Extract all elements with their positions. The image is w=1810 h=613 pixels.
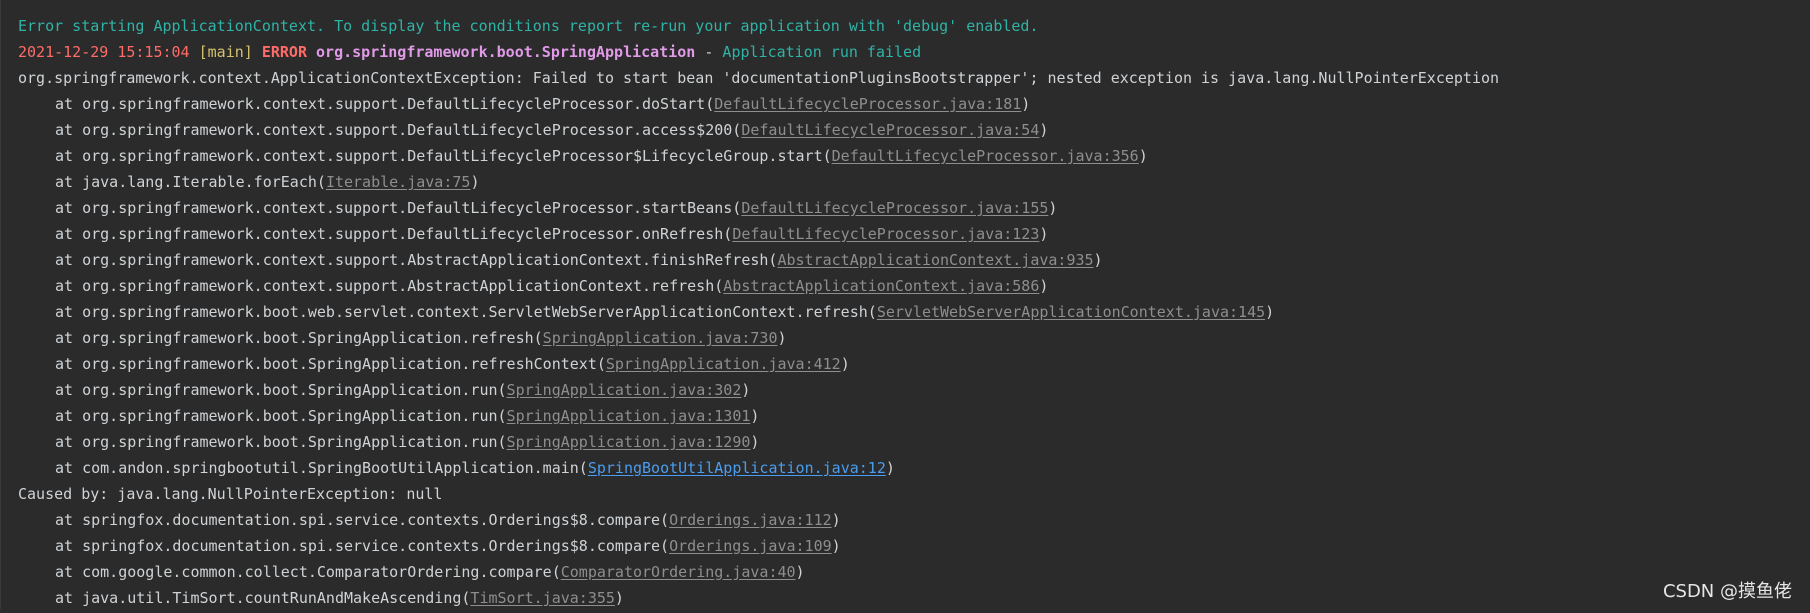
frame-close: ) (1048, 199, 1058, 217)
stack-frame: at org.springframework.context.support.D… (18, 93, 1499, 119)
frame-close: ) (831, 511, 841, 529)
log-separator: - (695, 43, 723, 61)
source-link[interactable]: DefaultLifecycleProcessor.java:356 (832, 147, 1139, 165)
source-link[interactable]: AbstractApplicationContext.java:586 (723, 277, 1039, 295)
frame-close: ) (885, 459, 895, 477)
stack-frame: at springfox.documentation.spi.service.c… (18, 509, 1499, 535)
stack-frame: at org.springframework.boot.SpringApplic… (18, 379, 1499, 405)
frame-method: at org.springframework.context.support.D… (55, 147, 832, 165)
frame-method: at org.springframework.boot.SpringApplic… (55, 355, 606, 373)
stack-frame: at org.springframework.context.support.D… (18, 223, 1499, 249)
frame-method: at com.andon.springbootutil.SpringBootUt… (55, 459, 588, 477)
source-link[interactable]: SpringApplication.java:1301 (507, 407, 751, 425)
frame-method: at org.springframework.context.support.A… (55, 277, 724, 295)
frame-close: ) (750, 433, 760, 451)
stack-frame: at com.google.common.collect.ComparatorO… (18, 561, 1499, 587)
source-link[interactable]: SpringApplication.java:302 (507, 381, 742, 399)
console-output: Error starting ApplicationContext. To di… (18, 15, 1499, 613)
source-link[interactable]: ServletWebServerApplicationContext.java:… (877, 303, 1265, 321)
source-link[interactable]: Iterable.java:75 (326, 173, 471, 191)
stack-frame: at org.springframework.context.support.D… (18, 145, 1499, 171)
log-thread: [main] (198, 43, 253, 61)
log-timestamp: 2021-12-29 15:15:04 (18, 43, 190, 61)
source-link[interactable]: TimSort.java:355 (470, 589, 615, 607)
frame-method: at org.springframework.boot.SpringApplic… (55, 433, 507, 451)
frame-method: at org.springframework.context.support.A… (55, 251, 778, 269)
caused-by-line: Caused by: java.lang.NullPointerExceptio… (18, 485, 443, 503)
source-link[interactable]: SpringApplication.java:730 (543, 329, 778, 347)
frame-method: at org.springframework.context.support.D… (55, 121, 742, 139)
frame-method: at org.springframework.boot.SpringApplic… (55, 381, 507, 399)
source-link[interactable]: SpringApplication.java:412 (606, 355, 841, 373)
stack-frame: at org.springframework.context.support.A… (18, 275, 1499, 301)
frame-close: ) (741, 381, 751, 399)
frame-close: ) (840, 355, 850, 373)
frame-method: at springfox.documentation.spi.service.c… (55, 537, 670, 555)
log-message: Application run failed (722, 43, 922, 61)
log-level: ERROR (261, 43, 307, 61)
stack-frame: at com.andon.springbootutil.SpringBootUt… (18, 457, 1499, 483)
source-link-user-code[interactable]: SpringBootUtilApplication.java:12 (588, 459, 886, 477)
source-link[interactable]: DefaultLifecycleProcessor.java:54 (741, 121, 1039, 139)
frame-close: ) (1021, 95, 1031, 113)
source-link[interactable]: Orderings.java:112 (669, 511, 832, 529)
source-link[interactable]: DefaultLifecycleProcessor.java:155 (741, 199, 1048, 217)
frame-method: at com.google.common.collect.ComparatorO… (55, 563, 561, 581)
frame-method: at springfox.documentation.spi.service.c… (55, 511, 670, 529)
frame-close: ) (777, 329, 787, 347)
log-error-line: 2021-12-29 15:15:04 [main] ERROR org.spr… (18, 41, 1499, 67)
source-link[interactable]: Orderings.java:109 (669, 537, 832, 555)
source-link[interactable]: DefaultLifecycleProcessor.java:123 (732, 225, 1039, 243)
frame-close: ) (1138, 147, 1148, 165)
stack-frame: at org.springframework.boot.SpringApplic… (18, 353, 1499, 379)
frame-method: at java.lang.Iterable.forEach( (55, 173, 326, 191)
frame-method: at org.springframework.boot.SpringApplic… (55, 407, 507, 425)
frame-method: at org.springframework.context.support.D… (55, 95, 715, 113)
frame-method: at org.springframework.boot.web.servlet.… (55, 303, 877, 321)
frame-close: ) (1265, 303, 1275, 321)
frame-method: at org.springframework.boot.SpringApplic… (55, 329, 543, 347)
stack-frame: at org.springframework.boot.SpringApplic… (18, 431, 1499, 457)
stack-frame: at java.lang.Iterable.forEach(Iterable.j… (18, 171, 1499, 197)
stack-frame: at org.springframework.context.support.D… (18, 119, 1499, 145)
frame-method: at java.util.TimSort.countRunAndMakeAsce… (55, 589, 471, 607)
debug-hint-line: Error starting ApplicationContext. To di… (18, 17, 1039, 35)
frame-method: at org.springframework.context.support.D… (55, 225, 733, 243)
log-logger: org.springframework.boot.SpringApplicati… (316, 43, 696, 61)
frame-close: ) (750, 407, 760, 425)
source-link[interactable]: ComparatorOrdering.java:40 (561, 563, 796, 581)
stack-frame: at org.springframework.boot.web.servlet.… (18, 301, 1499, 327)
frame-close: ) (614, 589, 624, 607)
frame-close: ) (1039, 225, 1049, 243)
stack-frame: at springfox.documentation.spi.service.c… (18, 535, 1499, 561)
stack-frame: at org.springframework.context.support.A… (18, 249, 1499, 275)
stack-frame: at org.springframework.boot.SpringApplic… (18, 405, 1499, 431)
frame-close: ) (831, 537, 841, 555)
frame-close: ) (1039, 277, 1049, 295)
frame-method: at org.springframework.context.support.D… (55, 199, 742, 217)
exception-line: org.springframework.context.ApplicationC… (18, 69, 1500, 87)
source-link[interactable]: DefaultLifecycleProcessor.java:181 (714, 95, 1021, 113)
frame-close: ) (470, 173, 480, 191)
stack-frame: at java.util.TimSort.countRunAndMakeAsce… (18, 587, 1499, 613)
run-console[interactable]: Error starting ApplicationContext. To di… (0, 0, 1810, 609)
stack-frame: at org.springframework.context.support.D… (18, 197, 1499, 223)
frame-close: ) (1093, 251, 1103, 269)
source-link[interactable]: SpringApplication.java:1290 (507, 433, 751, 451)
frame-close: ) (795, 563, 805, 581)
stack-frame: at org.springframework.boot.SpringApplic… (18, 327, 1499, 353)
source-link[interactable]: AbstractApplicationContext.java:935 (777, 251, 1093, 269)
csdn-watermark: CSDN @摸鱼佬 (1662, 581, 1792, 602)
frame-close: ) (1039, 121, 1049, 139)
